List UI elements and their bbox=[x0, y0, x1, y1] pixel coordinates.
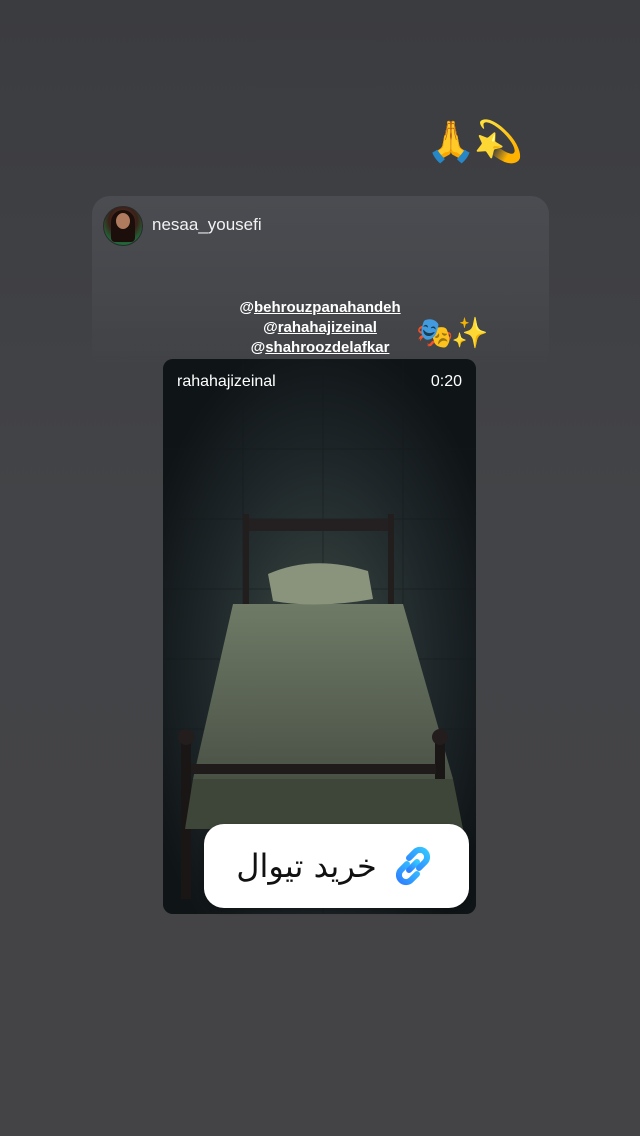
mention-prefix: @ bbox=[239, 299, 254, 316]
mention-list: @behrouzpanahandeh @rahahajizeinal @shah… bbox=[200, 298, 440, 358]
avatar[interactable] bbox=[103, 206, 143, 246]
mention-tag[interactable]: @behrouzpanahandeh bbox=[200, 298, 440, 318]
mention-name: behrouzpanahandeh bbox=[253, 299, 401, 316]
media-duration: 0:20 bbox=[430, 373, 462, 390]
top-emoji-text: 🙏💫 bbox=[426, 120, 524, 164]
media-username[interactable]: rahahajizeinal bbox=[177, 373, 276, 391]
post-username[interactable]: nesaa_yousefi bbox=[152, 215, 262, 235]
mention-tag[interactable]: @shahroozdelafkar bbox=[200, 338, 440, 358]
link-sticker[interactable]: خرید تیوال bbox=[204, 824, 469, 908]
link-icon bbox=[395, 846, 430, 886]
mention-name: shahroozdelafkar bbox=[265, 339, 390, 356]
link-sticker-label: خرید تیوال bbox=[236, 847, 377, 885]
mention-tag[interactable]: @rahahajizeinal bbox=[200, 318, 440, 338]
mention-name: rahahajizeinal bbox=[277, 319, 377, 336]
mask-sparkle-emoji: 🎭✨ bbox=[416, 317, 489, 350]
avatar-face bbox=[116, 213, 130, 229]
mention-prefix: @ bbox=[263, 319, 278, 336]
mention-prefix: @ bbox=[250, 339, 266, 356]
